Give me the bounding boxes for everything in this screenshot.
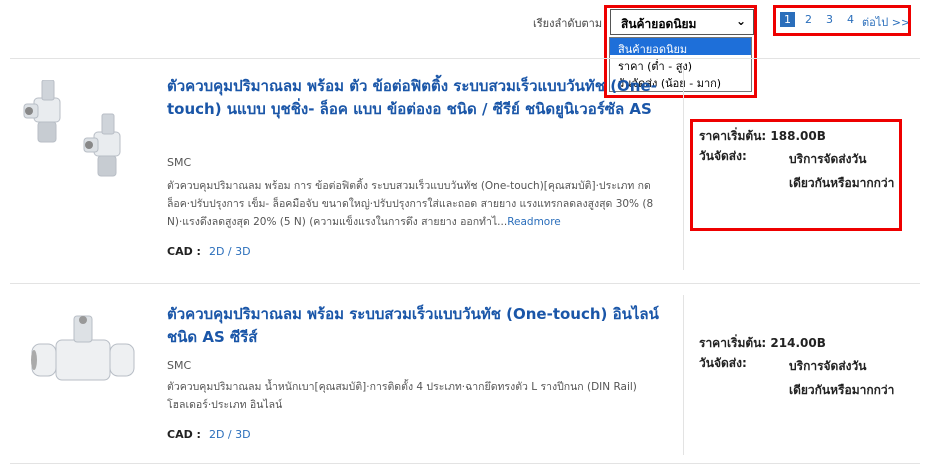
divider bbox=[10, 463, 920, 464]
highlight-box-price bbox=[690, 119, 902, 231]
product-maker: SMC bbox=[167, 156, 192, 169]
divider bbox=[10, 283, 920, 284]
product-title[interactable]: ตัวควบคุมปริมาณลม พร้อม ตัว ข้อต่อฟิตติ้… bbox=[167, 75, 667, 121]
ship-value: บริการจัดส่งวันเดียวกันหรือมากกว่า bbox=[789, 359, 895, 397]
column-divider bbox=[683, 70, 684, 270]
product-maker: SMC bbox=[167, 359, 192, 372]
ship-label: วันจัดส่ง: bbox=[699, 356, 747, 370]
product-description: ตัวควบคุมปริมาณลม พร้อม การ ข้อต่อฟิตติ้… bbox=[167, 180, 654, 228]
product-title[interactable]: ตัวควบคุมปริมาณลม พร้อม ระบบสวมเร็วแบบวั… bbox=[167, 303, 667, 349]
highlight-box-pager bbox=[773, 5, 911, 36]
cad-link[interactable]: 2D / 3D bbox=[209, 245, 251, 258]
readmore-link[interactable]: Readmore bbox=[507, 216, 561, 228]
toolbar: เรียงลำดับตาม สินค้ายอดนิยม ⌄ สินค้ายอดน… bbox=[0, 0, 930, 98]
cad-label: CAD : bbox=[167, 428, 201, 441]
cad-link[interactable]: 2D / 3D bbox=[209, 428, 251, 441]
cad-row: CAD : 2D / 3D bbox=[167, 428, 251, 441]
product-description: ตัวควบคุมปริมาณลม น้ำหนักเบา[คุณสมบัติ]·… bbox=[167, 381, 637, 411]
sort-label: เรียงลำดับตาม bbox=[533, 17, 603, 30]
price-panel: ราคาเริ่มต้น: 214.00B วันจัดส่ง: บริการจั… bbox=[699, 334, 909, 402]
cad-label: CAD : bbox=[167, 245, 201, 258]
price-label: ราคาเริ่มต้น: bbox=[699, 336, 767, 350]
product-image[interactable] bbox=[20, 80, 150, 180]
column-divider bbox=[683, 295, 684, 455]
cad-row: CAD : 2D / 3D bbox=[167, 245, 251, 258]
price-value: 214.00B bbox=[770, 336, 826, 350]
divider bbox=[10, 58, 920, 59]
product-image[interactable] bbox=[28, 310, 138, 390]
